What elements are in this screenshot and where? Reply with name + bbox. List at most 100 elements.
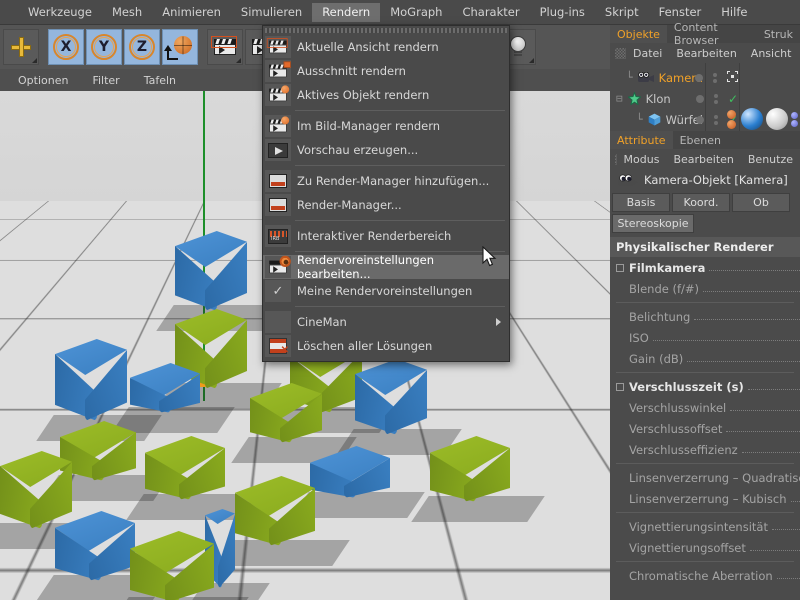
menu-item-hilfe[interactable]: Hilfe <box>711 3 757 22</box>
property-row[interactable]: Gain (dB) <box>610 348 800 369</box>
menu-item-animieren[interactable]: Animieren <box>152 3 231 22</box>
attr-tab-koord[interactable]: Koord. <box>672 193 730 212</box>
material-tags[interactable] <box>727 108 798 130</box>
menu-tearoff-grip[interactable] <box>265 28 507 33</box>
tag-icon[interactable] <box>791 111 798 119</box>
menu-item-im-bild-manager-rendern[interactable]: Im Bild-Manager rendern <box>263 114 509 138</box>
menu-item-label: Zu Render-Manager hinzufügen... <box>297 174 490 188</box>
attr-tab-basis[interactable]: Basis <box>612 193 670 212</box>
menu-item-werkzeuge[interactable]: Werkzeuge <box>18 3 102 22</box>
axis-y-button[interactable]: Y <box>86 29 122 65</box>
property-row[interactable]: Verschlusszeit (s) <box>610 376 800 397</box>
visibility-dots[interactable]: ✓ <box>695 88 738 109</box>
panel-menu-benutze[interactable]: Benutze <box>741 151 800 168</box>
enabled-check-icon[interactable]: ✓ <box>728 92 738 106</box>
menu-item-ausschnitt-rendern[interactable]: Ausschnitt rendern <box>263 59 509 83</box>
cube-blue[interactable] <box>55 339 127 421</box>
menu-item-cineman[interactable]: CineMan <box>263 310 509 334</box>
target-icon[interactable] <box>727 70 738 85</box>
attr-tab-stereoskopie[interactable]: Stereoskopie <box>612 214 694 233</box>
axis-z-button[interactable]: Z <box>124 29 160 65</box>
tag-icon[interactable] <box>791 119 798 127</box>
tab-objekte[interactable]: Objekte <box>610 25 667 43</box>
property-row[interactable]: Blende (f/#) <box>610 278 800 299</box>
menu-item-vorschau-erzeugen[interactable]: Vorschau erzeugen... <box>263 138 509 162</box>
material-tag-blue[interactable] <box>741 108 763 130</box>
cube-green[interactable] <box>430 436 510 502</box>
tab-content-browser[interactable]: Content Browser <box>667 21 757 47</box>
menu-item-charakter[interactable]: Charakter <box>452 3 529 22</box>
cube-green[interactable] <box>130 531 214 600</box>
move-tool-button[interactable] <box>3 29 39 65</box>
property-row[interactable]: Verschlusswinkel <box>610 397 800 418</box>
tab-attribute[interactable]: Attribute <box>610 131 673 149</box>
viewport-menu-optionen[interactable]: Optionen <box>6 72 80 89</box>
menu-item-simulieren[interactable]: Simulieren <box>231 3 312 22</box>
axis-x-button[interactable]: X <box>48 29 84 65</box>
tag-icon[interactable] <box>727 109 736 119</box>
menu-item-interaktiver-renderbereich[interactable]: IRB Interaktiver Renderbereich <box>263 224 509 248</box>
menu-item-mesh[interactable]: Mesh <box>102 3 152 22</box>
object-row-kamera[interactable]: └ Kamera <box>610 67 800 88</box>
enable-dots[interactable] <box>713 114 718 125</box>
property-row[interactable]: Verschlusseffizienz <box>610 439 800 460</box>
panel-menu-datei[interactable]: Datei <box>626 45 669 62</box>
panel-menu-modus[interactable]: Modus <box>617 151 667 168</box>
cube-blue[interactable] <box>310 446 390 498</box>
property-row[interactable]: Linsenverzerrung – Kubisch <box>610 488 800 509</box>
property-row[interactable]: Belichtung <box>610 306 800 327</box>
menu-item-fenster[interactable]: Fenster <box>649 3 712 22</box>
material-tag-white[interactable] <box>766 108 788 130</box>
property-row[interactable]: Linsenverzerrung – Quadratisch <box>610 467 800 488</box>
menu-item-mograph[interactable]: MoGraph <box>380 3 452 22</box>
menu-item-meine-rendervoreinstellungen[interactable]: ✓ Meine Rendervoreinstellungen <box>263 279 509 303</box>
menu-item-aktives-objekt-rendern[interactable]: Aktives Objekt rendern <box>263 83 509 107</box>
enable-dots[interactable] <box>713 72 717 83</box>
render-dropdown-menu[interactable]: Aktuelle Ansicht rendern Ausschnitt rende… <box>262 25 510 362</box>
tab-ebenen[interactable]: Ebenen <box>673 131 728 149</box>
viewport-menu-filter[interactable]: Filter <box>80 72 131 89</box>
property-row[interactable]: Verschlussoffset <box>610 418 800 439</box>
menu-item-rendervoreinstellungen-bearbeiten[interactable]: Rendervoreinstellungen bearbeiten... <box>263 253 509 281</box>
property-row[interactable]: ISO <box>610 327 800 348</box>
cube-green[interactable] <box>250 383 322 443</box>
enable-dots[interactable] <box>713 93 718 104</box>
cube-blue[interactable] <box>55 511 135 581</box>
property-checkbox[interactable] <box>616 382 624 391</box>
attributes-object-header: Kamera-Objekt [Kamera] <box>610 169 800 191</box>
panel-menu-ansicht[interactable]: Ansicht <box>744 45 799 62</box>
panel-menu-bearbeiten[interactable]: Bearbeiten <box>669 45 743 62</box>
visibility-dots[interactable] <box>695 67 738 88</box>
attr-tab-ob[interactable]: Ob <box>732 193 790 212</box>
cube-blue[interactable] <box>130 363 200 413</box>
menu-item-aktuelle-ansicht-rendern[interactable]: Aktuelle Ansicht rendern <box>263 35 509 59</box>
tab-struk[interactable]: Struk <box>757 25 800 43</box>
menu-item-skript[interactable]: Skript <box>595 3 649 22</box>
visibility-dot[interactable] <box>695 73 703 82</box>
visibility-dot[interactable] <box>695 94 704 103</box>
cube-blue[interactable] <box>175 231 247 311</box>
property-row[interactable]: Vignettierungsoffset <box>610 537 800 558</box>
cube-green[interactable] <box>235 476 315 546</box>
property-checkbox[interactable] <box>616 263 624 272</box>
property-row[interactable]: Vignettierungsintensität <box>610 516 800 537</box>
tag-icon[interactable] <box>727 119 736 129</box>
cube-blue[interactable] <box>355 359 427 435</box>
menu-item-render-manager[interactable]: Render-Manager... <box>263 193 509 217</box>
panel-menu-bearbeiten[interactable]: Bearbeiten <box>666 151 740 168</box>
object-row-klon[interactable]: ⊟ Klon ✓ <box>610 88 800 109</box>
property-label: Verschlussoffset <box>629 421 723 436</box>
world-coordinate-button[interactable] <box>162 29 198 65</box>
cube-green[interactable] <box>145 436 225 500</box>
viewport-menu-tafeln[interactable]: Tafeln <box>132 72 188 89</box>
object-tree[interactable]: └Kamera⊟Klon✓└Würfel✓ <box>610 63 800 131</box>
menu-item-plug-ins[interactable]: Plug-ins <box>530 3 595 22</box>
menu-item-zu-render-manager-hinzuf-gen[interactable]: Zu Render-Manager hinzufügen... <box>263 169 509 193</box>
property-row[interactable]: Filmkamera <box>610 257 800 278</box>
render-view-button[interactable] <box>207 29 243 65</box>
menu-item-l-schen-aller-l-sungen[interactable]: ✕ Löschen aller Lösungen <box>263 334 509 358</box>
property-row[interactable]: Chromatische Aberration <box>610 565 800 586</box>
visibility-dot[interactable] <box>695 115 704 124</box>
menu-item-rendern[interactable]: Rendern <box>312 2 381 22</box>
panel-grip-icon[interactable] <box>615 47 626 59</box>
